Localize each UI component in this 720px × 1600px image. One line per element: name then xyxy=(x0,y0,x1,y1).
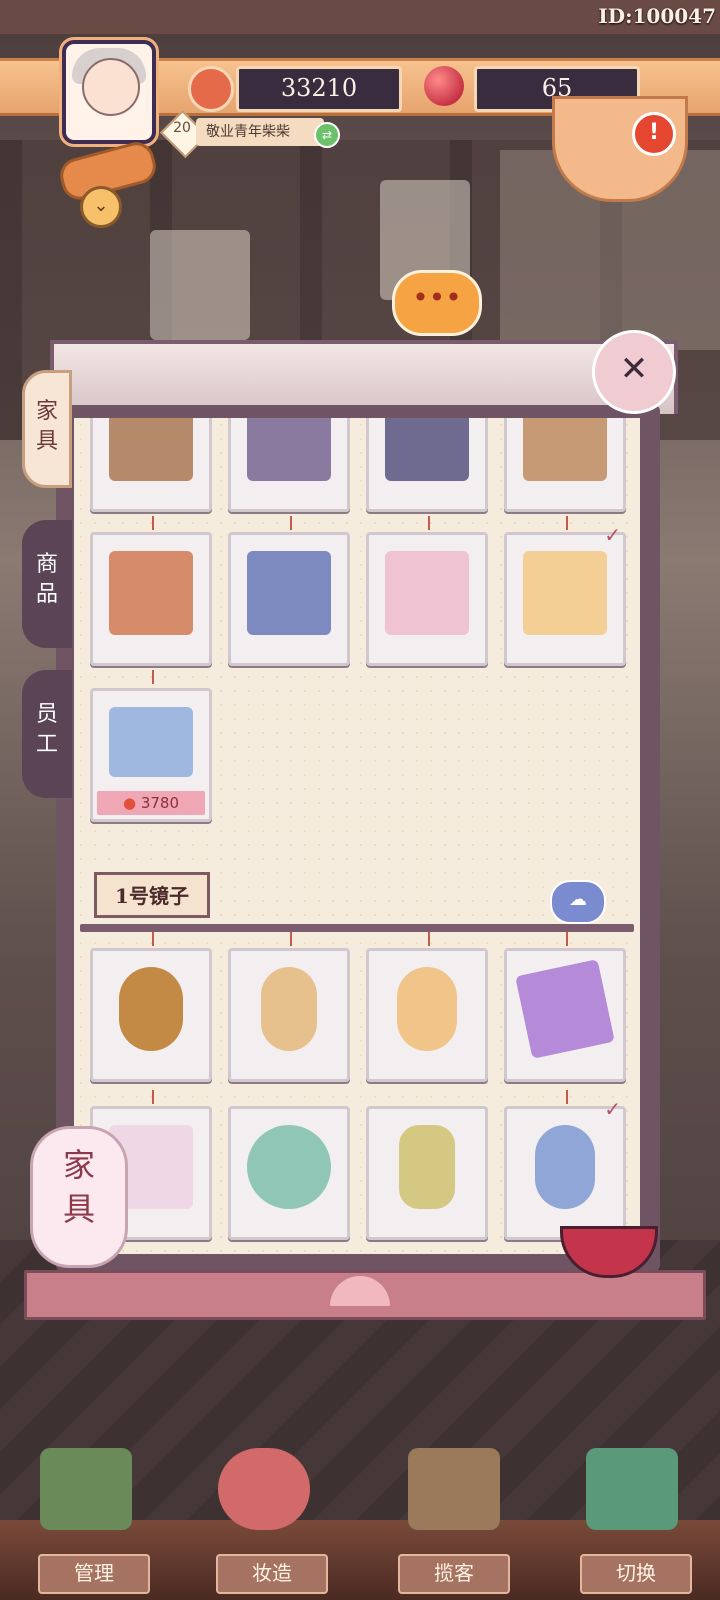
hang-string xyxy=(290,516,292,530)
tab-furniture[interactable]: 家 具 xyxy=(22,370,72,488)
player-id: ID:100047 xyxy=(598,4,716,28)
furniture-art xyxy=(385,418,469,481)
mirror-art xyxy=(261,967,317,1051)
furniture-art xyxy=(385,551,469,635)
nav-switch-button[interactable]: 切换 xyxy=(580,1554,692,1594)
lantern-text-1: 家 xyxy=(62,1146,95,1184)
hang-string xyxy=(428,932,430,946)
hang-string xyxy=(152,516,154,530)
hang-string xyxy=(566,932,568,946)
mirror-art xyxy=(119,967,183,1051)
coin-icon xyxy=(188,66,234,112)
nav-makeup-button[interactable]: 妆造 xyxy=(216,1554,328,1594)
price-tag: ● 3780 xyxy=(97,791,205,815)
hang-string xyxy=(428,516,430,530)
wall-poster xyxy=(150,230,250,340)
tab-goods[interactable]: 商 品 xyxy=(22,520,72,648)
close-button[interactable]: ✕ xyxy=(592,330,676,414)
furniture-lantern[interactable]: 家 具 xyxy=(30,1126,128,1268)
furniture-art xyxy=(247,551,331,635)
hang-string xyxy=(566,1090,568,1104)
furniture-card[interactable] xyxy=(90,532,212,666)
furniture-art xyxy=(247,418,331,481)
mirror-card[interactable] xyxy=(504,948,626,1082)
nav-attract-button[interactable]: 揽客 xyxy=(398,1554,510,1594)
mirror-card[interactable] xyxy=(366,948,488,1082)
furniture-art xyxy=(523,418,607,481)
map-icon[interactable] xyxy=(586,1448,678,1530)
furniture-art xyxy=(523,551,607,635)
shop-icon[interactable] xyxy=(40,1448,132,1530)
furniture-card[interactable] xyxy=(90,418,212,512)
expand-chevron-button[interactable]: ⌄ xyxy=(80,186,122,228)
coin-count: 33210 xyxy=(236,66,402,112)
nav-manage-button[interactable]: 管理 xyxy=(38,1554,150,1594)
player-title: 敬业青年柴柴 xyxy=(196,118,324,146)
shelf-divider xyxy=(80,924,634,932)
tab-label-bottom: 具 xyxy=(35,429,58,454)
panel-roof xyxy=(50,340,678,414)
hang-string xyxy=(566,516,568,530)
tab-label-top: 员 xyxy=(35,702,58,727)
chat-bubble-icon[interactable]: ••• xyxy=(392,270,482,336)
hang-string xyxy=(152,932,154,946)
furniture-art xyxy=(109,707,193,777)
mirror-art xyxy=(247,1125,331,1209)
signpost-icon[interactable] xyxy=(408,1448,500,1530)
mirror-art xyxy=(397,967,457,1051)
tab-label-bottom: 工 xyxy=(35,732,58,757)
furniture-art xyxy=(109,418,193,481)
gem-icon xyxy=(424,66,464,106)
check-icon: ✓ xyxy=(604,1097,621,1121)
makeup-icon[interactable] xyxy=(218,1448,310,1530)
mirror-art xyxy=(535,1125,595,1209)
furniture-card[interactable]: ● 3780 xyxy=(90,688,212,822)
coin-icon: ● xyxy=(122,794,137,812)
player-avatar[interactable] xyxy=(62,40,156,144)
lantern-text-2: 具 xyxy=(62,1190,95,1228)
check-icon: ✓ xyxy=(604,523,621,547)
furniture-card[interactable] xyxy=(366,532,488,666)
mirror-card-selected[interactable]: ✓ xyxy=(504,1097,626,1240)
furniture-card[interactable] xyxy=(228,418,350,512)
mirror-card[interactable] xyxy=(228,1106,350,1240)
section-label: 1号镜子 xyxy=(94,872,210,918)
item-scroll-area[interactable]: ✓ ● 3780 1号镜子 ☁ ✓ xyxy=(74,418,640,1254)
tab-label-bottom: 品 xyxy=(35,582,58,607)
title-switch-icon[interactable]: ⇄ xyxy=(314,122,340,148)
mirror-card[interactable] xyxy=(228,948,350,1082)
tab-label-top: 商 xyxy=(35,552,58,577)
mirror-card[interactable] xyxy=(366,1106,488,1240)
furniture-card[interactable] xyxy=(504,418,626,512)
avatar-icon xyxy=(82,58,140,116)
furniture-card[interactable] xyxy=(366,418,488,512)
cloud-icon[interactable]: ☁ xyxy=(550,880,606,924)
tab-staff[interactable]: 员 工 xyxy=(22,670,72,798)
furniture-art xyxy=(109,551,193,635)
mirror-art xyxy=(399,1125,455,1209)
item-price: 3780 xyxy=(140,794,180,812)
furniture-card-selected[interactable]: ✓ xyxy=(504,523,626,666)
mirror-card[interactable] xyxy=(90,948,212,1082)
player-level: 20 xyxy=(173,120,191,136)
hang-string xyxy=(290,932,292,946)
hang-string xyxy=(152,1090,154,1104)
mirror-art xyxy=(515,959,615,1059)
tab-label-top: 家 xyxy=(35,399,58,424)
furniture-card[interactable] xyxy=(228,532,350,666)
hang-string xyxy=(152,670,154,684)
alert-icon[interactable]: ! xyxy=(632,112,676,156)
